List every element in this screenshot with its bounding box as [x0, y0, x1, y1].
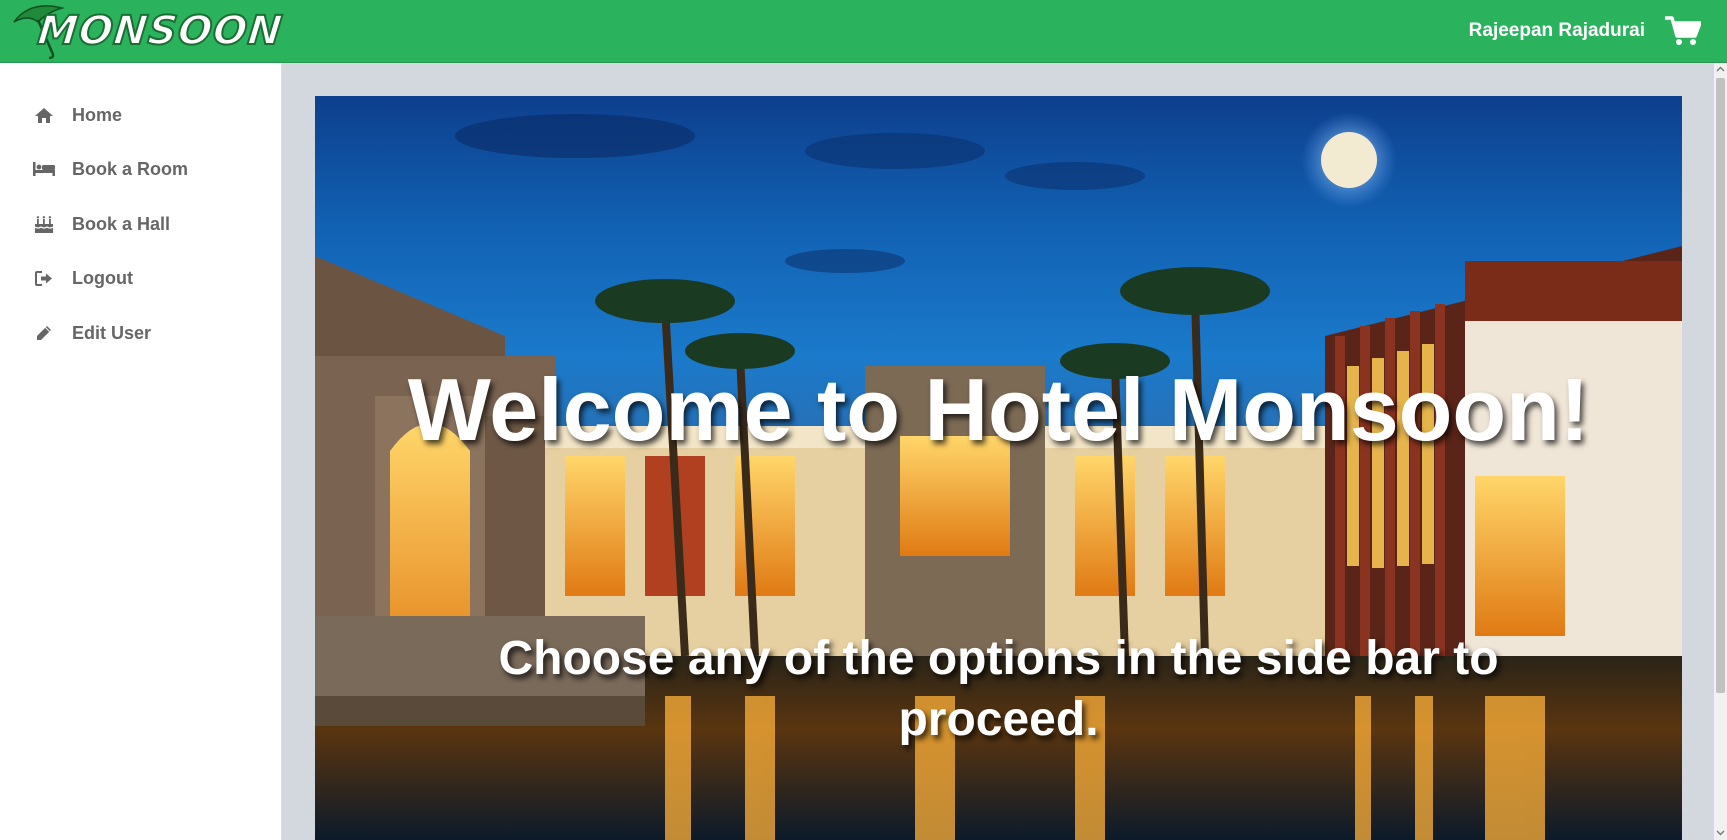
sidebar-item-book-a-hall[interactable]: Book a Hall — [0, 202, 282, 246]
sidebar-item-label: Book a Room — [72, 158, 189, 179]
welcome-subtitle: Choose any of the options in the side ba… — [498, 632, 1499, 746]
sidebar: Home Book a Room Book a Hall Logout Edit… — [0, 63, 282, 840]
bed-icon — [30, 159, 58, 179]
hero-banner: Welcome to Hotel Monsoon! Choose any of … — [315, 96, 1682, 840]
sidebar-item-edit-user[interactable]: Edit User — [0, 311, 282, 355]
home-icon — [30, 105, 58, 125]
user-name-link[interactable]: Rajeepan Rajadurai — [1469, 20, 1645, 42]
sidebar-item-label: Logout — [72, 267, 133, 288]
shopping-cart-icon[interactable] — [1665, 15, 1701, 47]
sidebar-item-book-a-room[interactable]: Book a Room — [0, 147, 282, 191]
sign-out-icon — [30, 268, 58, 288]
scroll-up-icon[interactable] — [1716, 65, 1725, 74]
brand-logo[interactable]: MONSOON — [8, 0, 286, 62]
birthday-cake-icon — [30, 214, 58, 234]
scroll-down-icon[interactable] — [1716, 828, 1725, 837]
top-bar: MONSOON Rajeepan Rajadurai — [0, 0, 1727, 63]
sidebar-item-label: Home — [72, 104, 123, 125]
brand-wordmark: MONSOON — [35, 7, 286, 55]
scrollbar-thumb[interactable] — [1716, 78, 1725, 693]
sidebar-item-label: Edit User — [72, 322, 152, 343]
welcome-heading: Welcome to Hotel Monsoon! — [407, 360, 1590, 459]
pencil-icon — [30, 323, 58, 343]
sidebar-item-home[interactable]: Home — [0, 93, 282, 137]
sidebar-item-label: Book a Hall — [72, 213, 171, 234]
sidebar-item-logout[interactable]: Logout — [0, 256, 282, 300]
